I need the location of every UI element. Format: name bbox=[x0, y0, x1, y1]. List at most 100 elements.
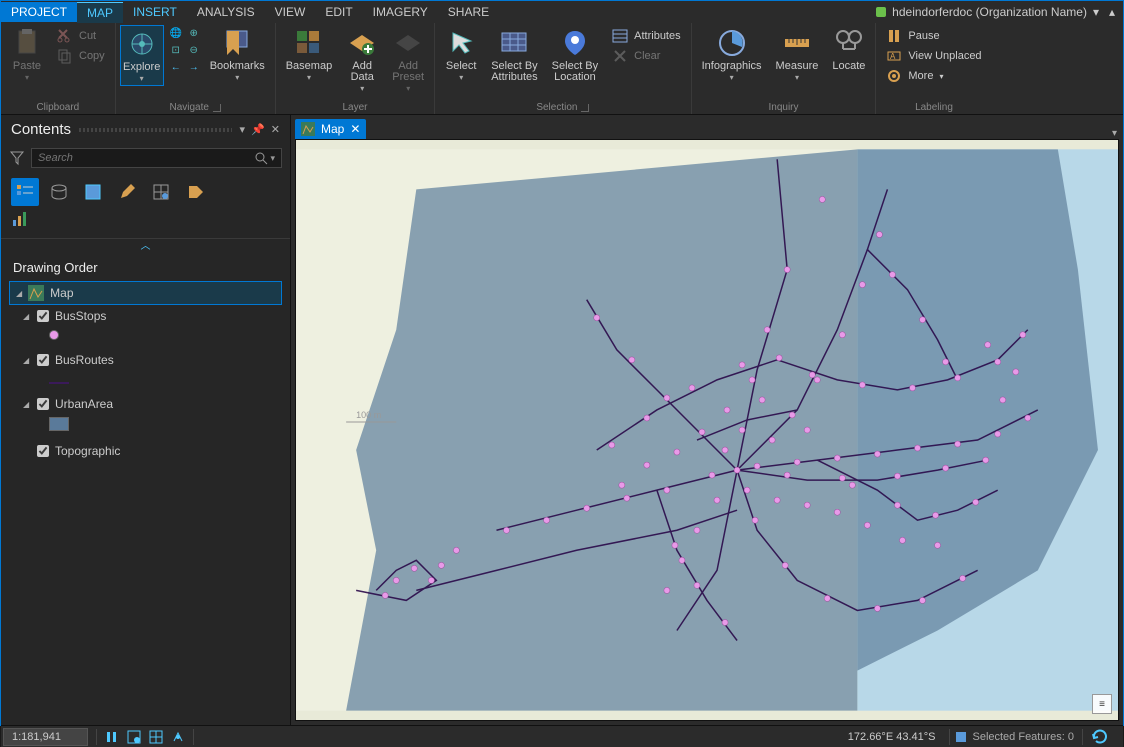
status-snap-icon[interactable] bbox=[126, 729, 142, 745]
menubar: PROJECT MAP INSERT ANALYSIS VIEW EDIT IM… bbox=[1, 1, 1123, 23]
view-unplaced-button[interactable]: AView Unplaced bbox=[884, 47, 983, 65]
map-node[interactable]: ◢ Map bbox=[9, 281, 282, 305]
tab-menu-icon[interactable]: ▾ bbox=[1112, 128, 1117, 139]
zoom-full-icon[interactable]: 🌐 bbox=[168, 25, 184, 41]
explore-icon bbox=[126, 28, 158, 60]
infographics-icon bbox=[716, 27, 748, 59]
user-dropdown-icon: ▾ bbox=[1093, 5, 1099, 19]
map-canvas[interactable]: 100 m ≡ bbox=[295, 139, 1119, 721]
pause-button[interactable]: Pause bbox=[884, 27, 983, 45]
explore-button[interactable]: Explore ▾ bbox=[120, 25, 164, 86]
clear-icon bbox=[612, 48, 628, 64]
status-pause-icon[interactable] bbox=[104, 729, 120, 745]
tab-view[interactable]: VIEW bbox=[265, 2, 316, 22]
list-by-snapping-icon[interactable] bbox=[147, 178, 175, 206]
selected-features[interactable]: Selected Features: 0 bbox=[954, 728, 1115, 746]
select-button[interactable]: Select ▾ bbox=[439, 25, 483, 84]
layer-urbanarea[interactable]: ◢UrbanArea bbox=[9, 393, 282, 415]
search-input[interactable]: ▾ bbox=[31, 148, 282, 168]
ribbon-layer: Basemap ▾ Add Data ▾ Add Preset ▾ Layer bbox=[276, 23, 435, 114]
list-by-chart-icon[interactable] bbox=[11, 210, 39, 230]
autohide-icon[interactable]: ▾ bbox=[240, 123, 246, 136]
tab-map[interactable]: MAP bbox=[77, 2, 123, 23]
refresh-icon[interactable] bbox=[1091, 728, 1109, 746]
ribbon-labeling: Pause AView Unplaced More ▾ Labeling bbox=[876, 23, 991, 114]
close-tab-icon[interactable]: ✕ bbox=[350, 122, 360, 136]
tab-project[interactable]: PROJECT bbox=[1, 2, 77, 22]
gear-icon bbox=[886, 68, 902, 84]
select-by-attr-icon bbox=[498, 27, 530, 59]
locate-icon bbox=[833, 27, 865, 59]
drawing-order-label: Drawing Order bbox=[1, 252, 290, 281]
ribbon-inquiry: Infographics ▾ Measure ▾ Locate Inquiry bbox=[692, 23, 877, 114]
tab-insert[interactable]: INSERT bbox=[123, 2, 187, 22]
busstops-symbol[interactable] bbox=[49, 330, 59, 340]
coords-label: 172.66°E 43.41°S bbox=[848, 731, 946, 743]
ribbon-selection: Select ▾ Select By Attributes Select By … bbox=[435, 23, 691, 114]
main-area: Contents ▾ 📌 ✕ ▾ ︿ bbox=[1, 115, 1123, 725]
layer-busroutes[interactable]: ◢BusRoutes bbox=[9, 349, 282, 371]
search-icon[interactable] bbox=[254, 151, 268, 165]
paste-icon bbox=[11, 27, 43, 59]
list-by-selection-icon[interactable] bbox=[79, 178, 107, 206]
list-by-source-icon[interactable] bbox=[45, 178, 73, 206]
user-icon bbox=[876, 7, 886, 17]
infographics-button[interactable]: Infographics ▾ bbox=[696, 25, 768, 84]
ribbon-navigate: Explore ▾ 🌐⊕ ⊡⊖ ←→ Bookmarks ▾ Navigate bbox=[116, 23, 276, 114]
add-data-button[interactable]: Add Data ▾ bbox=[340, 25, 384, 95]
bookmarks-button[interactable]: Bookmarks ▾ bbox=[204, 25, 271, 84]
list-by-drawing-icon[interactable] bbox=[11, 178, 39, 206]
collapse-chevron-icon[interactable]: ︿ bbox=[1, 237, 290, 252]
copy-button: Copy bbox=[55, 47, 107, 65]
locate-button[interactable]: Locate bbox=[826, 25, 871, 74]
add-preset-icon bbox=[392, 27, 424, 59]
urbanarea-symbol[interactable] bbox=[49, 417, 69, 431]
tab-analysis[interactable]: ANALYSIS bbox=[187, 2, 265, 22]
measure-button[interactable]: Measure ▾ bbox=[770, 25, 825, 84]
selection-launcher[interactable] bbox=[581, 104, 589, 112]
help-icon[interactable]: ▴ bbox=[1109, 5, 1115, 19]
ribbon-clipboard: Paste ▾ Cut Copy Clipboard bbox=[1, 23, 116, 114]
basemap-button[interactable]: Basemap ▾ bbox=[280, 25, 338, 84]
selection-status-icon bbox=[954, 730, 968, 744]
contents-title: Contents bbox=[11, 121, 71, 138]
status-correction-icon[interactable] bbox=[170, 729, 186, 745]
attributes-icon bbox=[612, 28, 628, 44]
zoom-in-icon[interactable]: ⊕ bbox=[186, 25, 202, 41]
layer-topographic[interactable]: ◢Topographic bbox=[9, 440, 282, 462]
paste-button: Paste ▾ bbox=[5, 25, 49, 84]
select-by-loc-icon bbox=[559, 27, 591, 59]
attributes-button[interactable]: Attributes bbox=[610, 27, 682, 45]
select-by-attributes-button[interactable]: Select By Attributes bbox=[485, 25, 543, 85]
filter-icon[interactable] bbox=[9, 150, 25, 166]
copy-icon bbox=[57, 48, 73, 64]
user-menu[interactable]: hdeindorferdoc (Organization Name) ▾ ▴ bbox=[876, 5, 1123, 19]
zoom-fixed-icon[interactable]: ⊡ bbox=[168, 42, 184, 58]
attribution-icon[interactable]: ≡ bbox=[1092, 694, 1112, 714]
navigate-launcher[interactable] bbox=[213, 104, 221, 112]
close-icon[interactable]: ✕ bbox=[271, 123, 280, 136]
cut-icon bbox=[57, 28, 73, 44]
pin-icon[interactable]: 📌 bbox=[251, 123, 265, 136]
next-extent-icon[interactable]: → bbox=[186, 59, 202, 75]
prev-extent-icon[interactable]: ← bbox=[168, 59, 184, 75]
nav-arrows: 🌐⊕ ⊡⊖ ←→ bbox=[168, 25, 202, 75]
more-button[interactable]: More ▾ bbox=[884, 67, 983, 85]
list-by-labeling-icon[interactable] bbox=[181, 178, 209, 206]
tab-imagery[interactable]: IMAGERY bbox=[363, 2, 438, 22]
busroutes-symbol[interactable] bbox=[49, 382, 69, 384]
select-by-location-button[interactable]: Select By Location bbox=[546, 25, 604, 85]
contents-header: Contents ▾ 📌 ✕ bbox=[1, 115, 290, 144]
layer-busstops[interactable]: ◢BusStops bbox=[9, 305, 282, 327]
scale-input[interactable]: 1:181,941 bbox=[3, 728, 88, 746]
map-tab[interactable]: Map ✕ bbox=[295, 119, 366, 139]
map-view: Map ✕ ▾ bbox=[291, 115, 1123, 725]
zoom-out-icon[interactable]: ⊖ bbox=[186, 42, 202, 58]
status-grid-icon[interactable] bbox=[148, 729, 164, 745]
tab-share[interactable]: SHARE bbox=[438, 2, 499, 22]
bookmarks-icon bbox=[221, 27, 253, 59]
list-by-editing-icon[interactable] bbox=[113, 178, 141, 206]
toc-view-icons bbox=[1, 172, 290, 208]
tab-edit[interactable]: EDIT bbox=[315, 2, 362, 22]
map-svg: 100 m bbox=[296, 140, 1118, 720]
